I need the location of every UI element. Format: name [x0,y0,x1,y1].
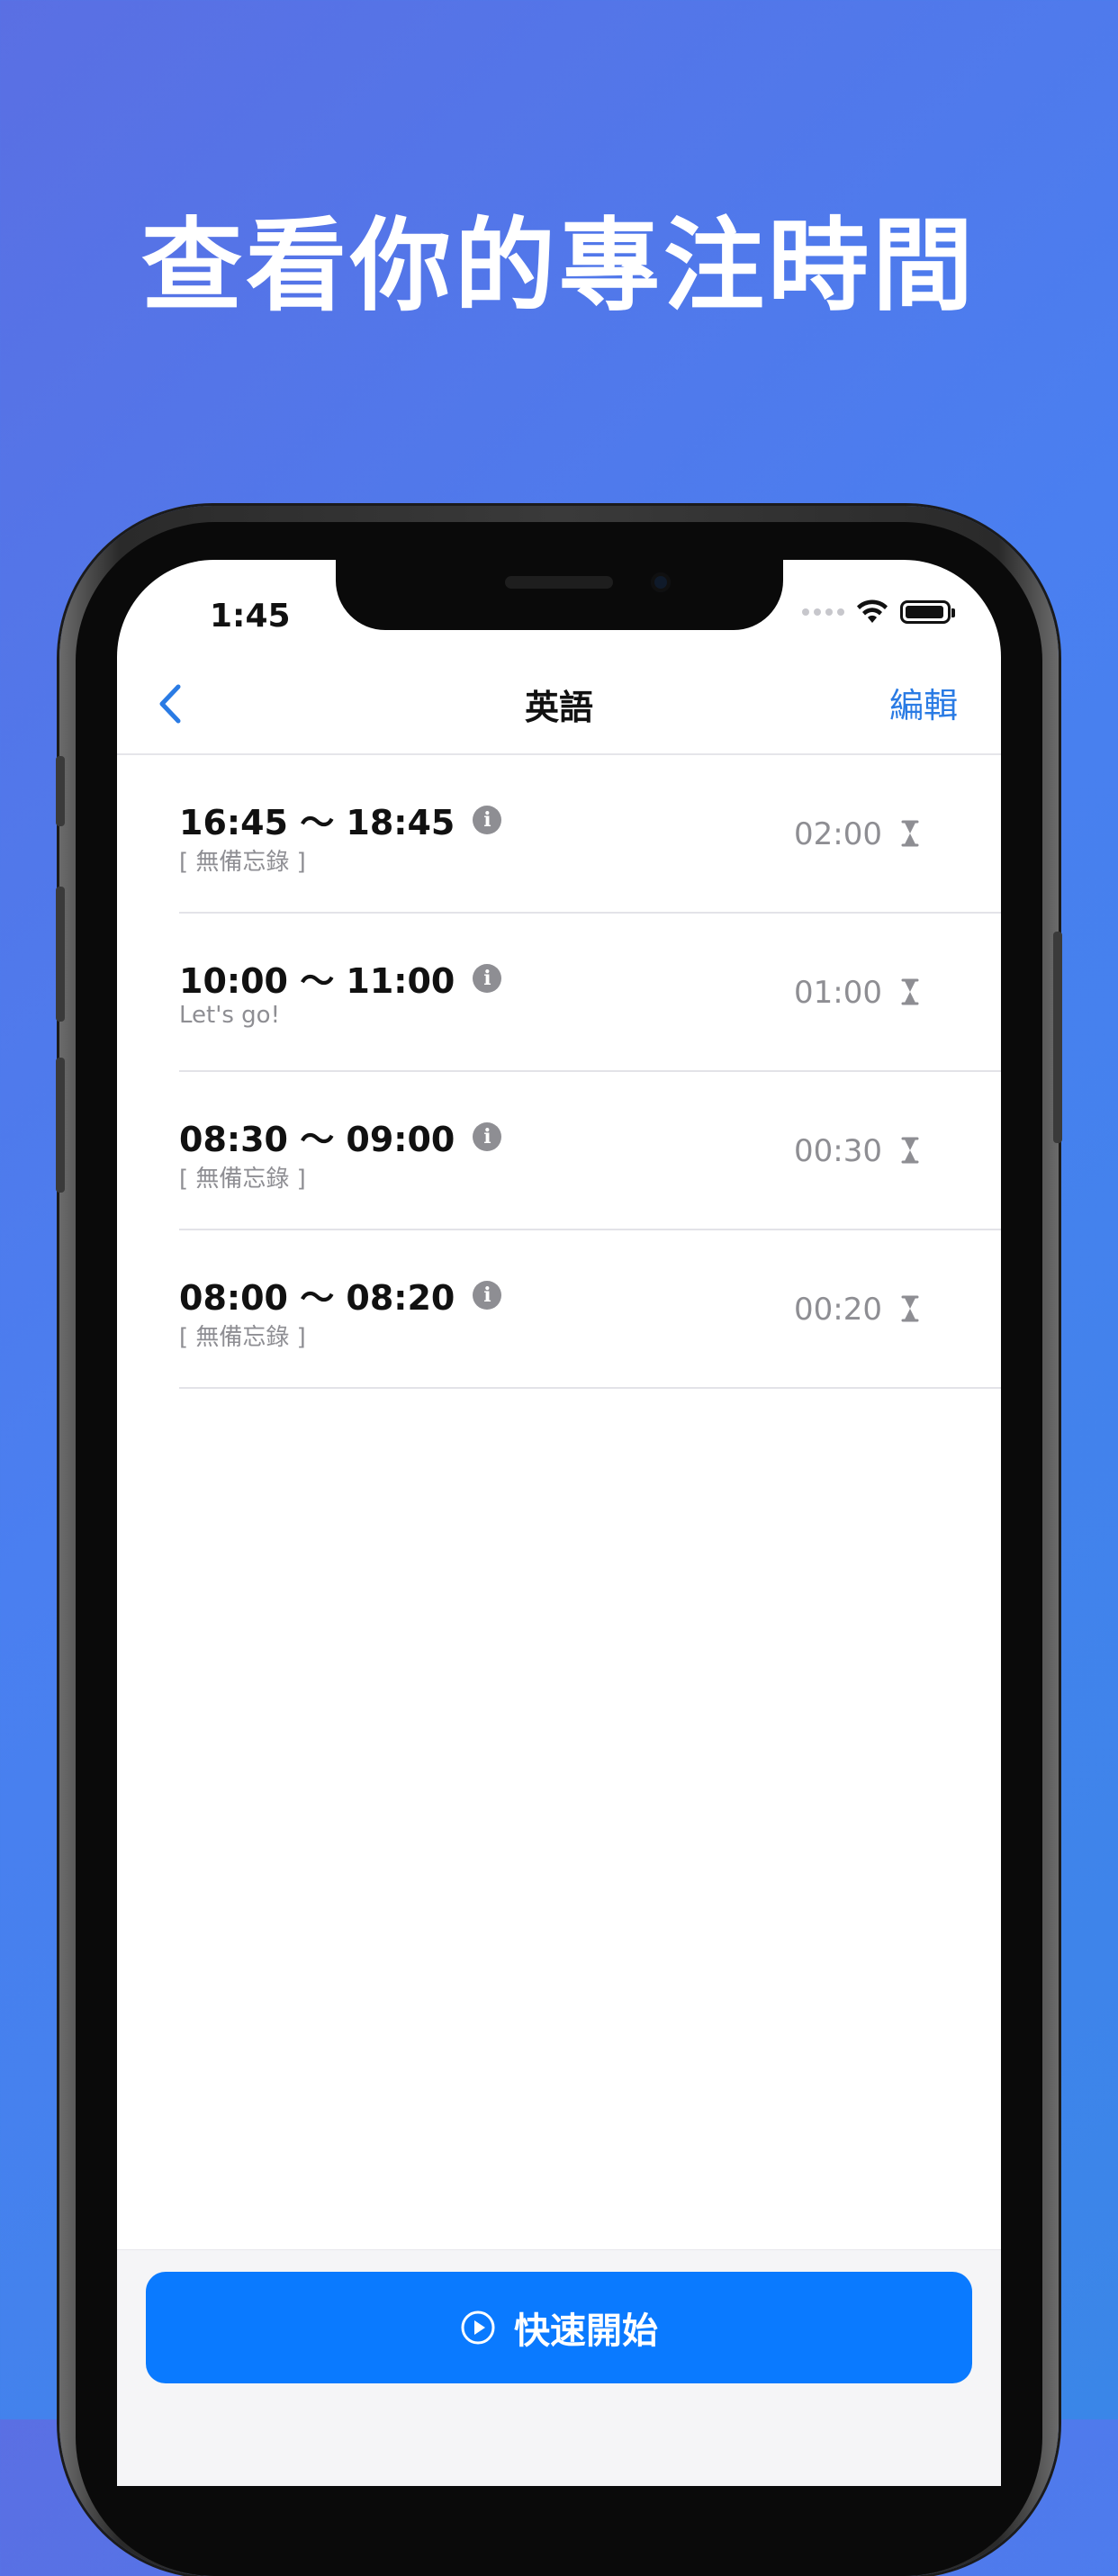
session-time-range: 08:30 ～ 09:00 [179,1120,455,1159]
session-memo: Let's go! [179,1002,281,1029]
bottom-toolbar: 快速開始 [117,2249,1001,2486]
info-icon[interactable]: i [473,963,502,993]
notch-speaker [505,576,613,589]
phone-power-button [1053,932,1062,1143]
navigation-bar: 英語 編輯 [117,654,1001,755]
session-duration: 00:20 [794,1292,882,1328]
front-camera [651,572,671,592]
session-time-range: 08:00 ～ 08:20 [179,1278,455,1318]
quick-start-label: 快速開始 [514,2310,658,2352]
session-row[interactable]: 08:00 ～ 08:20 i [ 無備忘錄 ] 00:20 [179,1230,1001,1389]
phone-notch [336,560,783,630]
quick-start-button[interactable]: 快速開始 [146,2272,972,2383]
session-row[interactable]: 16:45 ～ 18:45 i [ 無備忘錄 ] 02:00 [179,755,1001,914]
session-time-range: 16:45 ～ 18:45 [179,803,455,842]
play-circle-icon [461,2310,495,2345]
hourglass-icon [901,820,919,847]
info-icon[interactable]: i [473,1121,502,1151]
phone-volume-down-button [56,1058,65,1193]
signal-icon [802,608,844,616]
phone-screen: 1:45 英語 編輯 16:45 ～ 18:45 i [ 無備忘錄 ] 02:0… [117,560,1001,2486]
edit-button[interactable]: 編輯 [889,678,958,727]
promo-headline: 查看你的專注時間 [141,208,977,325]
session-row[interactable]: 08:30 ～ 09:00 i [ 無備忘錄 ] 00:30 [179,1072,1001,1230]
back-button[interactable] [153,681,189,726]
session-duration: 00:30 [794,1133,882,1169]
status-bar-time: 1:45 [210,598,291,635]
page-title: 英語 [524,688,593,727]
info-icon[interactable]: i [473,805,502,834]
wifi-icon [857,599,888,623]
hourglass-icon [901,1137,919,1164]
session-row[interactable]: 10:00 ～ 11:00 i Let's go! 01:00 [179,914,1001,1072]
phone-volume-up-button [56,887,65,1022]
session-time-range: 10:00 ～ 11:00 [179,961,455,1001]
phone-mute-switch [56,756,65,826]
hourglass-icon [901,978,919,1005]
session-memo: [ 無備忘錄 ] [179,1324,306,1351]
session-list: 16:45 ～ 18:45 i [ 無備忘錄 ] 02:00 10:00 ～ 1… [117,755,1001,1389]
battery-icon [900,600,955,624]
session-memo: [ 無備忘錄 ] [179,849,306,876]
session-memo: [ 無備忘錄 ] [179,1166,306,1193]
hourglass-icon [901,1295,919,1322]
status-bar-indicators [802,599,955,625]
info-icon[interactable]: i [473,1280,502,1310]
session-duration: 01:00 [794,975,882,1011]
session-duration: 02:00 [794,816,882,852]
